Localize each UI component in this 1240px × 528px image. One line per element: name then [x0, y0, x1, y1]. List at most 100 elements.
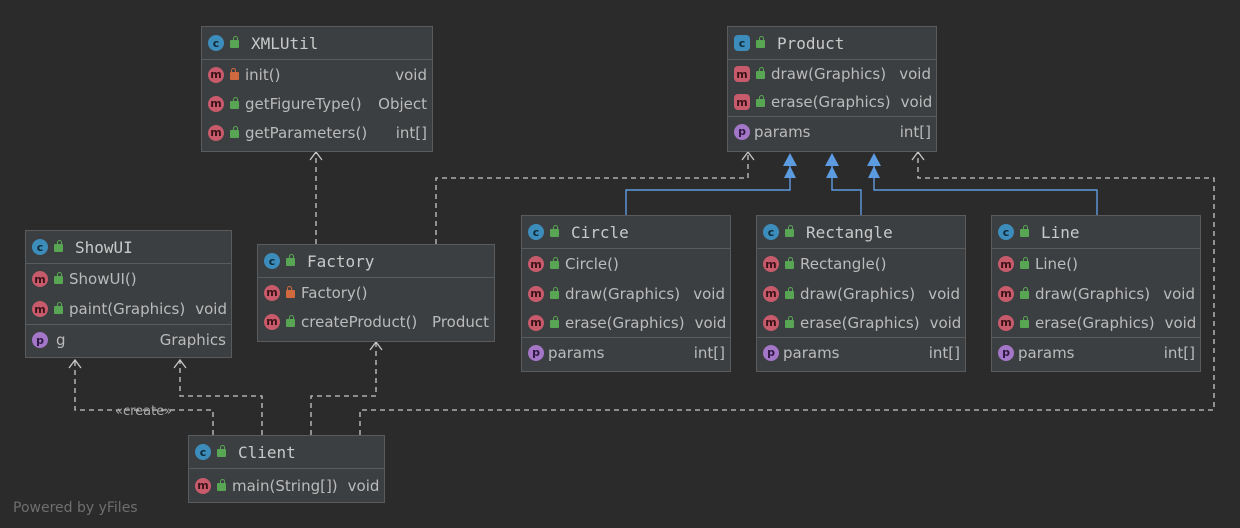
method-icon: m	[264, 284, 280, 301]
method-icon: m	[998, 285, 1014, 302]
method-icon: m	[32, 301, 48, 317]
public-lock-icon	[756, 67, 765, 79]
field-name: params	[754, 122, 811, 141]
inheritance-circle	[625, 166, 796, 215]
method-signature: paint(Graphics)	[69, 300, 186, 318]
field-section: p params int[]	[728, 117, 936, 146]
method-row[interactable]: m draw(Graphics) void	[992, 279, 1200, 308]
public-lock-icon	[230, 36, 239, 48]
public-lock-icon	[1020, 315, 1029, 328]
class-xmlutil[interactable]: c XMLUtil m init() void m getFigureType(…	[201, 26, 433, 152]
class-rectangle[interactable]: c Rectangle m Rectangle() m draw(Graphic…	[756, 215, 966, 372]
return-type: void	[900, 93, 933, 111]
return-type: void	[395, 65, 427, 84]
method-icon: m	[528, 256, 544, 272]
public-lock-icon	[785, 225, 794, 237]
method-section: m Rectangle() m draw(Graphics) void m er…	[757, 249, 965, 338]
method-section: m ShowUI() m paint(Graphics) void	[26, 264, 231, 325]
dependency-client-showui	[74, 360, 214, 435]
class-client[interactable]: c Client m main(String[]) void	[188, 435, 385, 503]
abstract-method-icon: m	[734, 66, 750, 82]
method-row[interactable]: m erase(Graphics) void	[757, 308, 965, 337]
return-type: void	[1164, 313, 1197, 332]
class-header: c Client	[189, 436, 384, 469]
return-type: void	[929, 313, 962, 332]
field-type: Graphics	[159, 331, 226, 349]
method-icon: m	[998, 256, 1014, 272]
class-header: c Product	[728, 27, 936, 60]
method-row[interactable]: m getParameters() int[]	[202, 118, 432, 147]
class-circle[interactable]: c Circle m Circle() m draw(Graphics) voi…	[521, 215, 731, 372]
field-section: p params int[]	[992, 338, 1200, 367]
field-row[interactable]: p params int[]	[728, 117, 936, 146]
class-name: Line	[1041, 222, 1080, 242]
class-factory[interactable]: c Factory m Factory() m createProduct() …	[257, 244, 495, 342]
public-lock-icon	[550, 257, 559, 269]
method-signature: init()	[245, 65, 281, 84]
field-section: p g Graphics	[26, 325, 231, 355]
method-signature: ShowUI()	[69, 270, 137, 288]
field-type: int[]	[899, 122, 931, 141]
public-lock-icon	[550, 315, 559, 328]
method-signature: draw(Graphics)	[800, 284, 916, 303]
method-icon: m	[195, 477, 211, 494]
public-lock-icon	[286, 314, 295, 327]
method-row[interactable]: m init() void	[202, 60, 432, 89]
public-lock-icon	[54, 302, 63, 314]
class-showui[interactable]: c ShowUI m ShowUI() m paint(Graphics) vo…	[25, 230, 232, 358]
inheritance-arrowhead-2	[825, 153, 839, 166]
method-icon: m	[208, 66, 224, 83]
class-product[interactable]: c Product m draw(Graphics) void m erase(…	[727, 26, 937, 152]
method-row[interactable]: m Circle()	[522, 249, 730, 279]
method-row[interactable]: m Factory()	[258, 278, 494, 307]
property-icon: p	[763, 344, 779, 361]
method-section: m Line() m draw(Graphics) void m erase(G…	[992, 249, 1200, 338]
method-row[interactable]: m erase(Graphics) void	[728, 88, 936, 116]
class-icon: c	[32, 239, 48, 255]
method-row[interactable]: m draw(Graphics) void	[728, 60, 936, 88]
field-row[interactable]: p params int[]	[522, 338, 730, 367]
public-lock-icon	[230, 125, 239, 138]
method-icon: m	[763, 256, 779, 272]
method-icon: m	[998, 314, 1014, 331]
class-header: c Rectangle	[757, 216, 965, 249]
method-row[interactable]: m paint(Graphics) void	[26, 294, 231, 324]
method-row[interactable]: m getFigureType() Object	[202, 89, 432, 118]
class-name: ShowUI	[75, 237, 133, 257]
public-lock-icon	[54, 240, 63, 252]
field-row[interactable]: p params int[]	[992, 338, 1200, 367]
method-signature: erase(Graphics)	[771, 93, 891, 111]
dependency-client-showui-2	[179, 360, 263, 435]
return-type: Object	[378, 94, 427, 113]
class-header: c XMLUtil	[202, 27, 432, 60]
method-row[interactable]: m draw(Graphics) void	[522, 279, 730, 308]
field-name: params	[783, 343, 840, 362]
method-row[interactable]: m main(String[]) void	[189, 469, 384, 502]
inheritance-arrowhead-1	[783, 153, 797, 166]
field-row[interactable]: p g Graphics	[26, 325, 231, 355]
method-row[interactable]: m erase(Graphics) void	[522, 308, 730, 337]
method-signature: main(String[])	[232, 476, 338, 495]
method-row[interactable]: m createProduct() Product	[258, 307, 494, 336]
method-row[interactable]: m draw(Graphics) void	[757, 279, 965, 308]
method-signature: Rectangle()	[800, 255, 887, 273]
method-row[interactable]: m erase(Graphics) void	[992, 308, 1200, 337]
method-row[interactable]: m ShowUI()	[26, 264, 231, 294]
method-row[interactable]: m Line()	[992, 249, 1200, 279]
private-lock-icon	[230, 67, 239, 80]
class-name: Rectangle	[806, 222, 893, 242]
field-row[interactable]: p params int[]	[757, 338, 965, 367]
method-row[interactable]: m Rectangle()	[757, 249, 965, 279]
class-name: Factory	[307, 251, 375, 271]
field-type: int[]	[1163, 343, 1195, 362]
field-name: params	[548, 343, 605, 362]
class-line[interactable]: c Line m Line() m draw(Graphics) void m …	[991, 215, 1201, 372]
property-icon: p	[734, 123, 750, 140]
class-icon: c	[208, 35, 224, 51]
class-header: c ShowUI	[26, 231, 231, 264]
method-signature: erase(Graphics)	[565, 313, 685, 332]
class-name: Product	[777, 33, 845, 53]
return-type: void	[928, 284, 960, 303]
public-lock-icon	[785, 315, 794, 328]
method-icon: m	[763, 314, 779, 331]
